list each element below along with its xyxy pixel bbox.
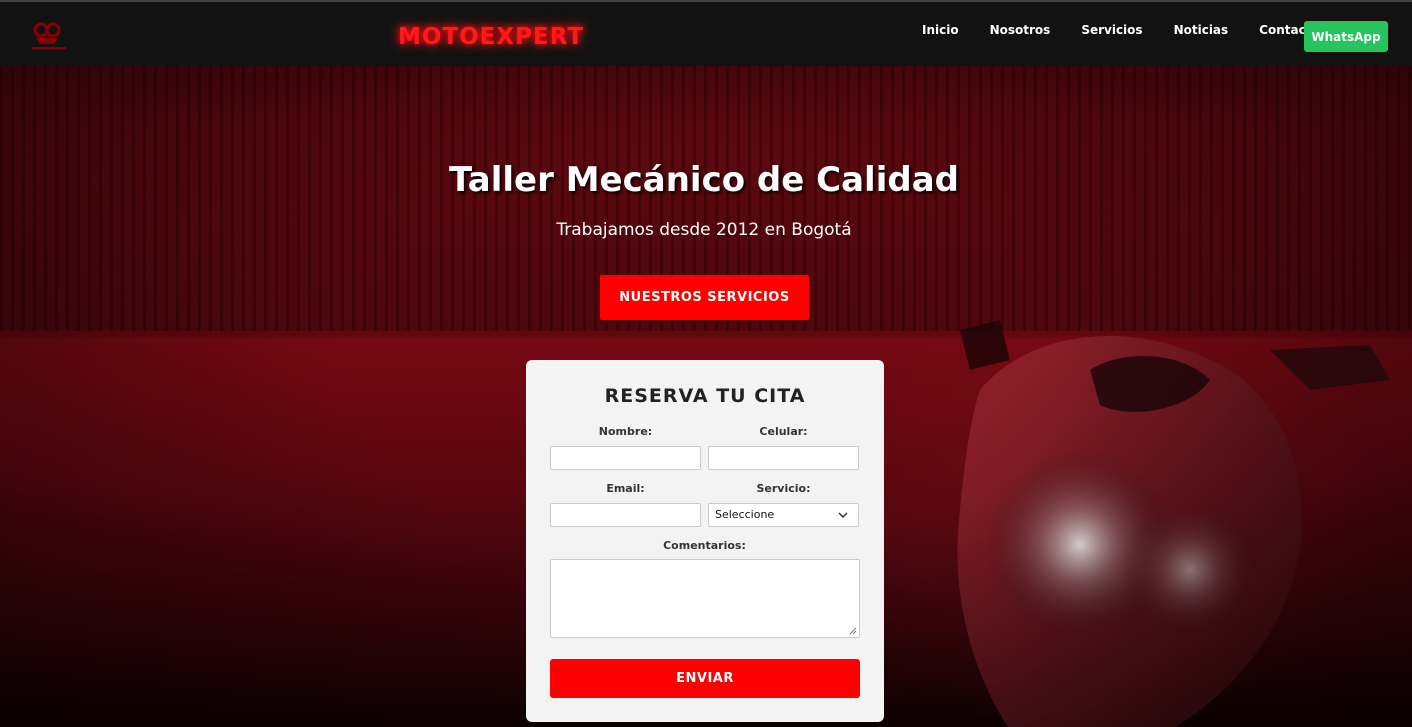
- whatsapp-button[interactable]: WhatsApp: [1304, 21, 1388, 52]
- appointment-form: RESERVA TU CITA Nombre: Celular: Email: …: [526, 360, 884, 722]
- nav-link-servicios[interactable]: Servicios: [1081, 23, 1142, 37]
- service-select-value: Seleccione: [715, 508, 775, 521]
- navbar: MOTOEXPERT Inicio Nosotros Servicios Not…: [0, 0, 1412, 66]
- brand-name[interactable]: MOTOEXPERT: [398, 24, 584, 50]
- name-label: Nombre:: [598, 425, 653, 438]
- phone-input[interactable]: [708, 446, 859, 470]
- email-input[interactable]: [550, 503, 701, 527]
- hero-subtitle: Trabajamos desde 2012 en Bogotá: [556, 220, 852, 240]
- comments-textarea[interactable]: [550, 559, 860, 638]
- phone-label: Celular:: [759, 425, 808, 438]
- comments-label: Comentarios:: [663, 539, 746, 552]
- service-label: Servicio:: [756, 482, 811, 495]
- services-button[interactable]: NUESTROS SERVICIOS: [600, 275, 809, 320]
- name-input[interactable]: [550, 446, 701, 470]
- service-select[interactable]: Seleccione: [708, 503, 859, 527]
- nav-link-inicio[interactable]: Inicio: [922, 23, 959, 37]
- resize-handle-icon[interactable]: [849, 627, 857, 635]
- submit-button[interactable]: ENVIAR: [550, 659, 860, 698]
- nav-link-nosotros[interactable]: Nosotros: [990, 23, 1051, 37]
- nav-link-noticias[interactable]: Noticias: [1174, 23, 1229, 37]
- motorcycle-logo-icon[interactable]: [28, 20, 70, 52]
- email-label: Email:: [606, 482, 645, 495]
- hero-title: Taller Mecánico de Calidad: [449, 160, 959, 200]
- chevron-down-icon: [838, 512, 848, 519]
- form-title: RESERVA TU CITA: [604, 385, 806, 407]
- nav-links: Inicio Nosotros Servicios Noticias Conta…: [922, 23, 1351, 37]
